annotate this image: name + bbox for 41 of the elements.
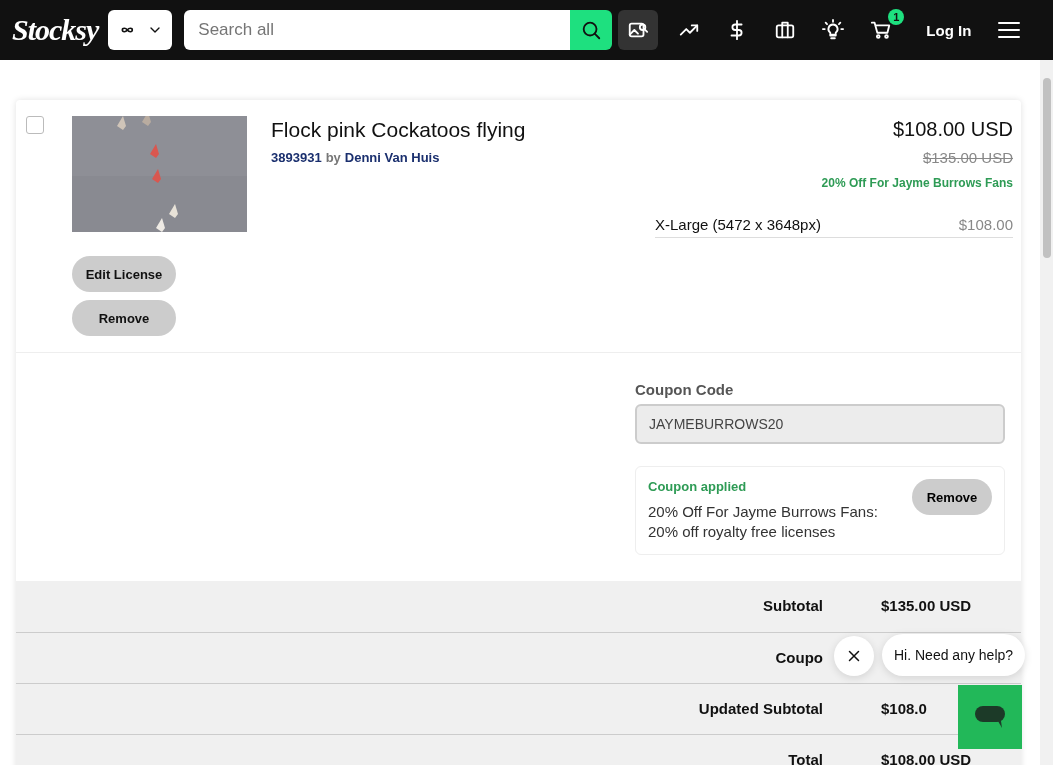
content-type-dropdown[interactable] [108,10,173,50]
cart-icon [870,19,893,41]
item-action-button[interactable]: Edit License [72,256,176,292]
summary-value: $135.00 USD [881,597,973,614]
remove-coupon-button[interactable]: Remove [912,479,992,515]
author-link[interactable]: Denni Van Huis [344,150,440,165]
coupon-label: Coupon Code [635,381,735,398]
login-link[interactable]: Log In [926,21,972,39]
briefcase-icon [774,19,797,41]
ideas-button[interactable] [822,19,845,41]
scrollbar[interactable] [1040,60,1053,765]
cart-count-badge: 1 [888,9,905,25]
search-field[interactable]: Search all [184,10,571,50]
briefcase-button[interactable] [774,19,797,41]
summary-label: Updated Subtotal [698,700,823,717]
summary-label: Total [788,751,823,765]
chat-message: Hi. Need any help? [882,634,1026,676]
chat-icon [974,704,1006,730]
license-size: X-Large (5472 x 3648px) [655,216,821,233]
search-button[interactable] [570,10,613,50]
license-price: $108.00 [958,216,1013,233]
item-checkbox[interactable] [26,116,44,134]
lightbulb-icon [822,19,845,41]
chat-button[interactable] [958,685,1022,749]
image-search-button[interactable] [618,10,659,50]
by-text: by [325,150,341,165]
coupon-field[interactable]: JAYMEBURROWS20 [635,404,1005,444]
coupon-description: 20% Off For Jayme Burrows Fans: 20% off royalty free licenses [648,502,879,542]
summary-label: Subtotal [763,597,823,614]
original-price: $135.00 USD [922,149,1013,166]
search-icon [580,19,603,41]
cart-button[interactable] [870,19,893,41]
item-price: $108.00 USD [892,118,1013,141]
summary-label: Coupo [775,649,823,666]
item-action-button[interactable]: Remove [72,300,176,336]
item-title: Flock pink Cockatoos flying [271,118,527,142]
discount-text: 20% Off For Jayme Burrows Fans [821,176,1013,190]
item-id-link[interactable]: 3893931 [271,150,322,165]
logo[interactable]: Stocksy [12,13,99,47]
summary-value: $108.0 [881,700,928,717]
coupon-status: Coupon applied [648,479,748,494]
